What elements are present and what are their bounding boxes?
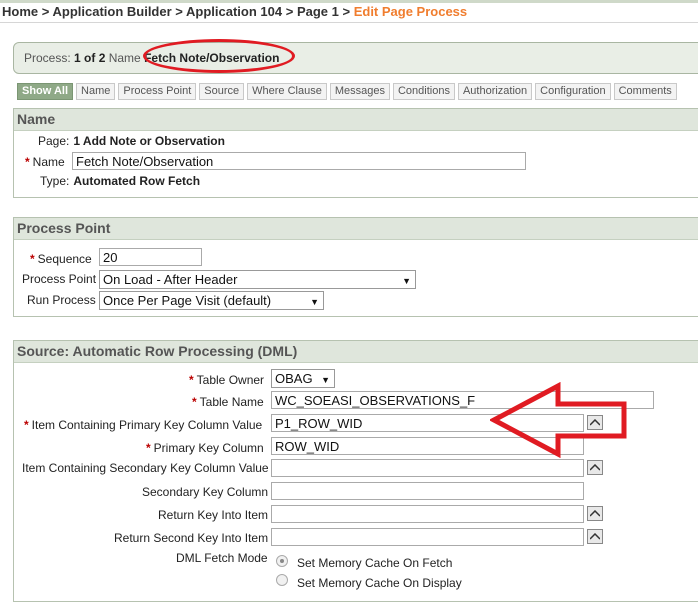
tab-name[interactable]: Name — [76, 83, 116, 100]
breadcrumb-home[interactable]: Home — [2, 4, 38, 19]
top-border — [0, 0, 698, 3]
required-icon: * — [146, 441, 151, 455]
type-value: Automated Row Fetch — [73, 174, 201, 188]
return-key-row: Return Key Into Item — [158, 508, 268, 522]
tab-conditions[interactable]: Conditions — [392, 83, 455, 100]
name-row-label: * Name — [25, 155, 65, 169]
run-process-label: Run Process — [27, 293, 96, 307]
fetch-mode-label: DML Fetch Mode — [176, 551, 268, 565]
table-name-row: * Table Name — [192, 395, 264, 409]
run-process-select[interactable]: Once Per Page Visit (default) ▼ — [99, 291, 324, 310]
sk-item-label: Item Containing Secondary Key Column Val… — [22, 461, 269, 475]
caret-up-icon — [590, 533, 600, 540]
sk-item-lov-button[interactable] — [587, 460, 603, 475]
breadcrumb-divider — [0, 22, 698, 23]
table-owner-value: OBAG — [275, 371, 313, 386]
sk-item-input[interactable] — [271, 459, 584, 477]
caret-up-icon — [590, 510, 600, 517]
name-region-title: Name — [14, 109, 698, 131]
required-icon: * — [192, 395, 197, 409]
process-point-value: On Load - After Header — [103, 272, 238, 287]
type-label: Type: — [40, 174, 70, 188]
required-icon: * — [24, 418, 29, 432]
process-point-label: Process Point — [22, 272, 97, 286]
fetch-mode-row: DML Fetch Mode — [176, 551, 268, 565]
sk-item-row: Item Containing Secondary Key Column Val… — [22, 461, 269, 475]
process-point-title: Process Point — [14, 218, 698, 240]
process-label: Process: — [24, 51, 71, 65]
process-point-select[interactable]: On Load - After Header ▼ — [99, 270, 416, 289]
return-key-lov-button[interactable] — [587, 506, 603, 521]
tab-process-point[interactable]: Process Point — [118, 83, 197, 100]
required-icon: * — [25, 155, 30, 169]
pk-col-label: Primary Key Column — [153, 441, 264, 455]
breadcrumb: Home > Application Builder > Application… — [2, 4, 468, 19]
return-second-label: Return Second Key Into Item — [114, 531, 269, 545]
caret-up-icon — [590, 464, 600, 471]
breadcrumb-page[interactable]: Page 1 — [297, 4, 339, 19]
tab-configuration[interactable]: Configuration — [535, 83, 611, 100]
chevron-down-icon: ▼ — [402, 276, 411, 286]
pk-item-label: Item Containing Primary Key Column Value — [31, 418, 263, 432]
sk-col-label: Secondary Key Column — [142, 485, 269, 499]
return-key-label: Return Key Into Item — [158, 508, 269, 522]
process-name-label: Name — [108, 51, 141, 65]
run-process-value: Once Per Page Visit (default) — [103, 293, 272, 308]
process-count: 1 of 2 — [74, 51, 106, 65]
tab-source[interactable]: Source — [199, 83, 245, 100]
process-point-row: Process Point — [22, 272, 96, 286]
process-bar: Process: 1 of 2 Name Fetch Note/Observat… — [13, 42, 698, 74]
return-second-input[interactable] — [271, 528, 584, 546]
sequence-row: * Sequence — [30, 252, 92, 266]
tab-messages[interactable]: Messages — [329, 83, 390, 100]
tab-comments[interactable]: Comments — [613, 83, 677, 100]
pk-item-row: * Item Containing Primary Key Column Val… — [24, 418, 262, 432]
breadcrumb-application-builder[interactable]: Application Builder — [52, 4, 171, 19]
tab-authorization[interactable]: Authorization — [457, 83, 533, 100]
return-second-lov-button[interactable] — [587, 529, 603, 544]
fetch-mode-option-display: Set Memory Cache On Display — [297, 576, 462, 590]
table-owner-row: * Table Owner — [189, 373, 264, 387]
sequence-input[interactable]: 20 — [99, 248, 202, 266]
return-key-input[interactable] — [271, 505, 584, 523]
type-row: Type: Automated Row Fetch — [40, 174, 200, 188]
tab-where-clause[interactable]: Where Clause — [247, 83, 327, 100]
name-label: Name — [32, 155, 65, 169]
table-name-label: Table Name — [199, 395, 264, 409]
breadcrumb-application[interactable]: Application 104 — [186, 4, 282, 19]
page-label: Page: — [38, 134, 70, 148]
chevron-down-icon: ▼ — [321, 375, 330, 385]
table-owner-select[interactable]: OBAG ▼ — [271, 369, 335, 388]
required-icon: * — [30, 252, 35, 266]
chevron-down-icon: ▼ — [310, 297, 319, 307]
sequence-label: Sequence — [37, 252, 92, 266]
pk-col-row: * Primary Key Column — [146, 441, 264, 455]
run-process-row: Run Process — [27, 293, 96, 307]
highlight-ellipse — [143, 39, 295, 73]
sk-col-row: Secondary Key Column — [142, 485, 268, 499]
section-tabs: Show All Name Process Point Source Where… — [17, 83, 677, 100]
fetch-mode-radio-display[interactable] — [276, 574, 288, 586]
required-icon: * — [189, 373, 194, 387]
page-value: 1 Add Note or Observation — [73, 134, 225, 148]
breadcrumb-current: Edit Page Process — [353, 4, 468, 19]
return-second-row: Return Second Key Into Item — [114, 531, 268, 545]
sk-col-input[interactable] — [271, 482, 584, 500]
fetch-mode-radio-fetch[interactable] — [276, 555, 288, 567]
page-row: Page: 1 Add Note or Observation — [38, 134, 225, 148]
tab-show-all[interactable]: Show All — [17, 83, 74, 100]
name-input[interactable]: Fetch Note/Observation — [72, 152, 526, 170]
fetch-mode-option-fetch: Set Memory Cache On Fetch — [297, 556, 453, 570]
annotation-arrow-icon — [490, 382, 627, 458]
source-region-title: Source: Automatic Row Processing (DML) — [14, 341, 698, 363]
table-owner-label: Table Owner — [196, 373, 265, 387]
